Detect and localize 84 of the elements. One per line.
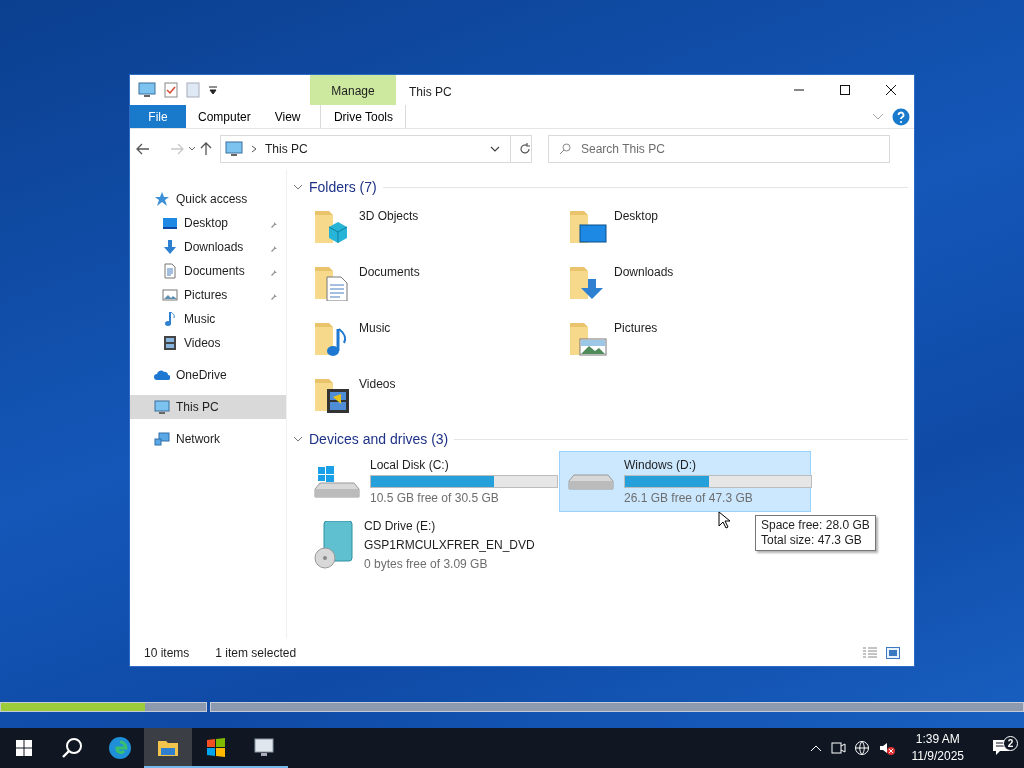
disc-label: GSP1RMCULXFRER_EN_DVD <box>364 537 535 554</box>
browser-icon <box>108 736 132 760</box>
refresh-icon[interactable] <box>519 143 531 155</box>
picture-icon <box>162 287 178 303</box>
folder-item[interactable]: Documents <box>313 255 568 311</box>
windows-logo-icon <box>16 740 32 756</box>
breadcrumb-chevron-icon <box>251 145 257 153</box>
chevron-up-icon[interactable] <box>809 744 822 752</box>
muted-speaker-icon[interactable] <box>877 740 896 756</box>
sidebar-item[interactable]: Documents <box>130 259 286 283</box>
sidebar-item[interactable]: OneDrive <box>130 363 286 387</box>
folder-item[interactable]: Desktop <box>568 199 823 255</box>
star-icon <box>154 191 170 207</box>
search-icon <box>559 143 571 155</box>
drive-name: CD Drive (E:) <box>364 518 437 535</box>
globe-icon[interactable] <box>853 740 870 756</box>
download-arrow-icon <box>162 239 178 255</box>
large-icons-view-icon[interactable] <box>886 646 900 659</box>
sidebar-item[interactable]: Music <box>130 307 286 331</box>
recent-caret-icon[interactable] <box>188 146 196 152</box>
sidebar-item[interactable]: Network <box>130 427 286 451</box>
camera-icon[interactable] <box>829 740 846 756</box>
desktop-icon <box>162 215 178 231</box>
sidebar-item[interactable]: This PC <box>130 395 286 419</box>
group-header[interactable]: Devices and drives (3) <box>309 428 449 450</box>
tooltip-line: Total size: 47.3 GB <box>761 533 863 548</box>
mouse-cursor-icon <box>718 511 730 529</box>
sidebar-item[interactable]: Pictures <box>130 283 286 307</box>
help-icon[interactable] <box>892 107 910 126</box>
back-arrow-icon[interactable] <box>136 143 150 155</box>
cd-drive-icon <box>314 521 354 569</box>
sidebar-item[interactable]: Quick access <box>130 187 286 211</box>
search-icon <box>61 737 83 759</box>
dropdown-caret-icon[interactable] <box>490 146 500 152</box>
notification-button[interactable]: 2 <box>980 739 1024 757</box>
window-title: This PC <box>408 84 452 101</box>
group-header[interactable]: Folders (7) <box>309 176 377 198</box>
address-bar[interactable]: This PC <box>220 135 532 163</box>
ribbon-tab[interactable]: Computer <box>186 105 263 128</box>
tooltip-line: Space free: 28.0 GB <box>761 518 870 533</box>
drive-tile[interactable]: Local Disk (C:) 10.5 GB free of 30.5 GB <box>305 451 557 512</box>
ribbon-tab[interactable]: View <box>262 105 313 128</box>
item-count: 10 items <box>144 644 190 662</box>
computer-icon <box>154 399 170 415</box>
up-arrow-icon[interactable] <box>200 142 212 156</box>
windows-flag-icon <box>204 736 228 760</box>
drive-tile[interactable]: Windows (D:) 26.1 GB free of 47.3 GB <box>559 451 811 512</box>
drive-name: Local Disk (C:) <box>370 457 450 474</box>
computer-icon <box>225 141 243 157</box>
close-icon <box>885 84 897 96</box>
ribbon-tab[interactable]: File <box>130 105 186 128</box>
taskbar-app[interactable] <box>144 728 192 768</box>
network-icon <box>154 431 170 447</box>
selection-status: 1 item selected <box>215 644 297 662</box>
computer-icon[interactable] <box>138 82 156 98</box>
drive-icon <box>568 473 614 490</box>
ribbon-tab[interactable]: Drive Tools <box>320 105 407 128</box>
folder-item[interactable]: Pictures <box>568 311 823 367</box>
customize-caret-icon[interactable] <box>208 85 218 95</box>
contextual-tab-header: Manage <box>310 75 396 105</box>
properties-icon[interactable] <box>164 82 178 98</box>
sidebar-item[interactable]: Desktop <box>130 211 286 235</box>
free-space-text: 26.1 GB free of 47.3 GB <box>624 490 754 507</box>
film-icon <box>162 335 178 351</box>
breadcrumb-item[interactable]: This PC <box>265 140 308 158</box>
collapse-chevron-icon[interactable] <box>293 183 303 191</box>
collapse-chevron-icon[interactable] <box>293 435 303 443</box>
folder-item[interactable]: 3D Objects <box>313 199 568 255</box>
sidebar-item[interactable]: Videos <box>130 331 286 355</box>
folder-item[interactable]: Videos <box>313 367 568 423</box>
search-box[interactable]: Search This PC <box>548 135 890 163</box>
document-icon <box>162 263 178 279</box>
free-space-text: 10.5 GB free of 30.5 GB <box>370 490 500 507</box>
drive-icon <box>314 465 360 498</box>
folder-item[interactable]: Downloads <box>568 255 823 311</box>
sidebar-item[interactable]: Downloads <box>130 235 286 259</box>
drive-name: Windows (D:) <box>624 457 697 474</box>
clock[interactable]: 1:39 AM 11/9/2025 <box>903 731 972 765</box>
free-space-text: 0 bytes free of 3.09 GB <box>364 556 489 573</box>
music-note-icon <box>162 311 178 327</box>
maximize-icon <box>839 84 851 96</box>
folder-item[interactable]: Music <box>313 311 568 367</box>
notification-count: 2 <box>1003 736 1018 751</box>
drive-tile[interactable]: CD Drive (E:) GSP1RMCULXFRER_EN_DVD 0 bytes free of 3.09 GB <box>305 512 557 578</box>
